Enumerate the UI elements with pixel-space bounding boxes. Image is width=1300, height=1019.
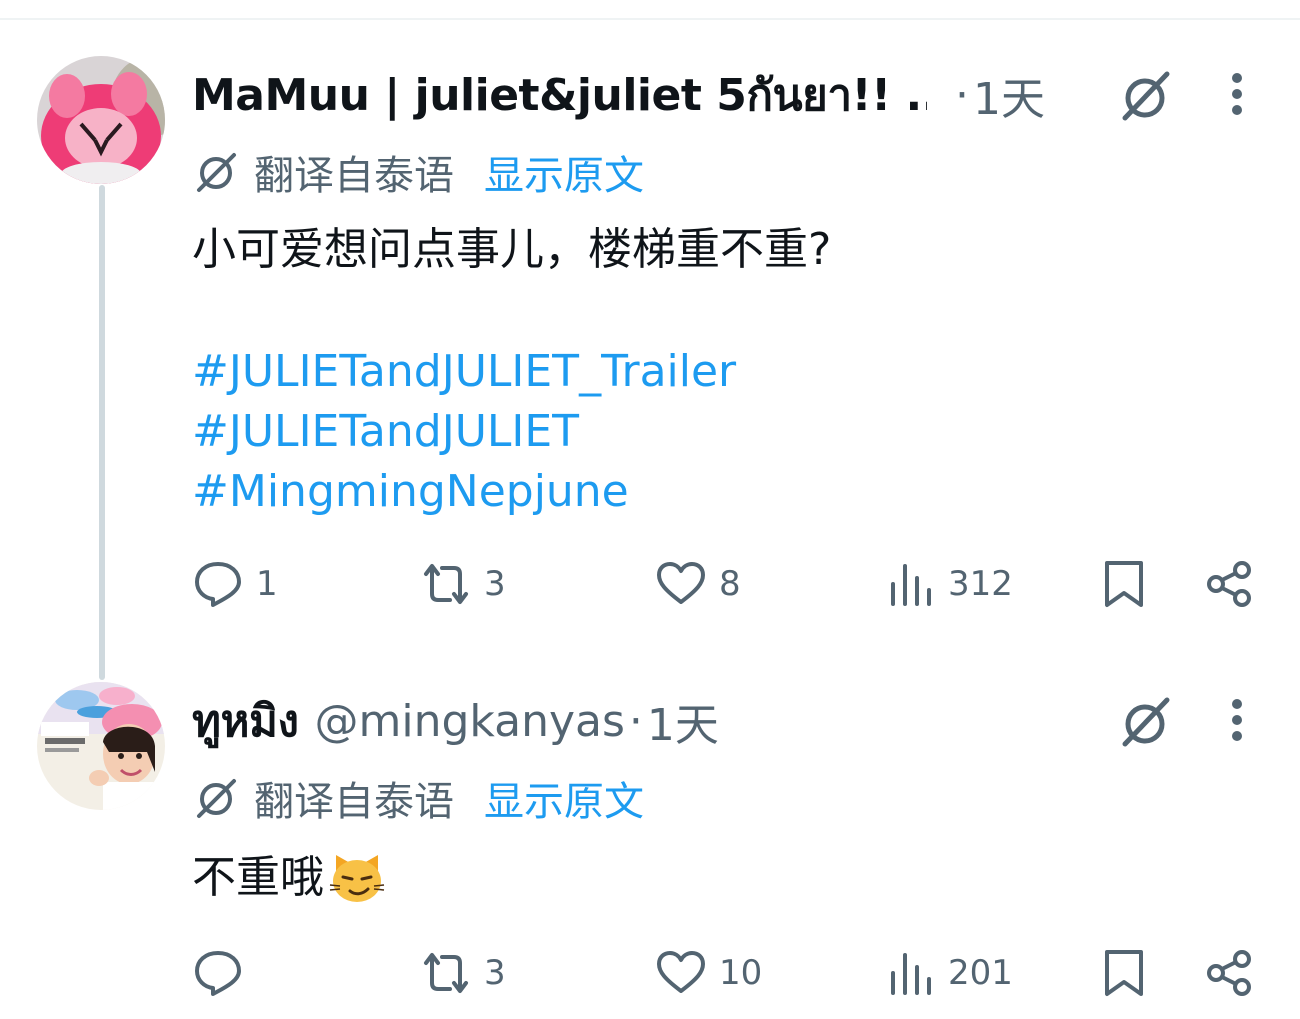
reply-button[interactable]: 1 [192,556,278,612]
hashtag-link[interactable]: #JULIETandJULIET [192,402,736,462]
post-time[interactable]: 1天 [973,63,1045,127]
translated-from-label: 翻译自泰语 [254,153,454,199]
repost-count: 3 [484,953,506,993]
post-header: MaMuu | juliet&juliet 5กันยา!! ... · 1天 [192,60,1072,130]
views-icon [891,953,931,995]
share-button[interactable] [1204,945,1256,1001]
translated-from-label: 翻译自泰语 [254,779,454,825]
like-button[interactable]: 10 [655,945,762,1001]
more-icon[interactable] [1225,64,1249,124]
hashtag-link[interactable]: #JULIETandJULIET_Trailer [192,342,736,402]
bookmark-icon [1105,561,1143,607]
thread-connector-line [99,185,105,680]
separator-dot: · [628,695,643,747]
translation-row: 翻译自泰语 显示原文 [192,768,644,828]
bookmark-icon [1105,950,1143,996]
hashtag-list: #JULIETandJULIET_Trailer #JULIETandJULIE… [192,342,736,522]
bookmark-button[interactable] [1098,556,1150,612]
like-icon [657,951,705,993]
repost-button[interactable]: 3 [420,945,506,1001]
views-count: 312 [948,564,1013,604]
separator-dot: · [955,69,969,121]
post-header: ทูหมิง @mingkanyas · 1天 [192,686,1072,756]
like-icon [657,562,705,604]
translate-icon [197,153,236,192]
reply-icon [195,562,241,607]
translation-row: 翻译自泰语 显示原文 [192,142,644,202]
hashtag-link[interactable]: #MingmingNepjune [192,462,736,522]
smirking-cat-face-emoji [329,855,385,902]
share-icon [1207,561,1251,607]
like-button[interactable]: 8 [655,556,741,612]
like-count: 10 [719,953,763,993]
views-count: 201 [948,953,1013,993]
reply-button[interactable] [192,945,256,1001]
views-button[interactable]: 312 [884,556,1013,612]
share-icon [1207,950,1251,996]
display-name[interactable]: MaMuu | juliet&juliet 5กันยา!! ... [192,60,927,130]
repost-icon [424,953,468,993]
post-text: 不重哦 [192,848,386,908]
views-button[interactable]: 201 [884,945,1013,1001]
repost-count: 3 [484,564,506,604]
more-icon[interactable] [1225,690,1249,750]
like-count: 8 [719,564,741,604]
grok-icon[interactable] [1115,66,1175,126]
show-original-link[interactable]: 显示原文 [484,769,644,827]
post-time[interactable]: 1天 [647,689,719,753]
grok-icon[interactable] [1115,692,1175,752]
post-text-content: 不重哦 [192,852,324,903]
reply-icon [195,951,241,996]
avatar[interactable] [37,56,165,184]
repost-icon [424,564,468,604]
top-divider [0,18,1300,20]
bookmark-button[interactable] [1098,945,1150,1001]
avatar[interactable] [37,682,165,810]
views-icon [891,564,931,606]
reply-count: 1 [256,564,278,604]
translate-icon [197,779,236,818]
show-original-link[interactable]: 显示原文 [484,143,644,201]
display-name[interactable]: ทูหมิง [192,686,299,756]
user-handle[interactable]: @mingkanyas [315,696,625,747]
repost-button[interactable]: 3 [420,556,506,612]
post-text: 小可爱想问点事儿，楼梯重不重? [192,224,832,275]
share-button[interactable] [1204,556,1256,612]
